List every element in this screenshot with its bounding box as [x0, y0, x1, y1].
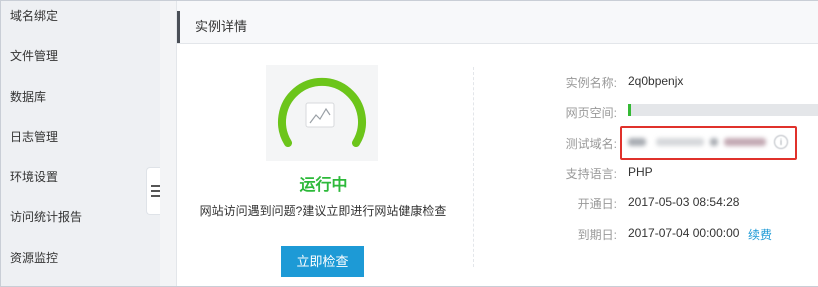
status-running: 运行中	[299, 177, 348, 194]
main-area: 实例详情 运行中 网站访问遇到问题?建议立即进行网站健康检查 立即检查 实例名称…	[160, 1, 818, 286]
vertical-divider	[473, 67, 474, 267]
web-space-label: 网页空间:	[565, 106, 617, 120]
sidebar-item-access-statistics[interactable]: 访问统计报告	[10, 208, 82, 225]
supported-language-value: PHP	[628, 165, 653, 179]
highlight-box	[620, 126, 797, 160]
instance-name-value: 2q0bpenjx	[628, 74, 684, 88]
hamburger-icon-line	[151, 195, 160, 197]
header-accent-bar	[177, 11, 180, 43]
page-title: 实例详情	[195, 19, 248, 34]
sidebar-item-file-management[interactable]: 文件管理	[10, 47, 58, 64]
sidebar-item-domain-binding[interactable]: 域名绑定	[10, 7, 58, 24]
hamburger-icon-line	[151, 190, 160, 192]
sidebar-item-database[interactable]: 数据库	[10, 88, 46, 105]
sidebar-item-resource-monitor[interactable]: 资源监控	[10, 249, 58, 266]
open-date-label: 开通日:	[577, 197, 617, 211]
health-check-tip: 网站访问遇到问题?建议立即进行网站健康检查	[199, 204, 447, 218]
sidebar-item-log-management[interactable]: 日志管理	[10, 128, 58, 145]
supported-language-label: 支持语言:	[565, 167, 617, 181]
panel-header: 实例详情	[177, 1, 818, 44]
instance-name-label: 实例名称:	[565, 76, 617, 90]
test-domain-label: 测试域名:	[565, 137, 617, 151]
web-space-usage-bar	[628, 104, 818, 116]
instance-detail-panel: 实例详情 运行中 网站访问遇到问题?建议立即进行网站健康检查 立即检查 实例名称…	[176, 1, 818, 286]
web-space-usage-fill	[628, 104, 631, 116]
expire-date-label: 到期日:	[577, 228, 617, 242]
expire-date-value: 2017-07-04 00:00:00	[628, 226, 740, 240]
hamburger-icon	[151, 185, 160, 187]
sidebar-item-environment-settings[interactable]: 环境设置	[10, 168, 58, 185]
speed-gauge-icon	[266, 65, 378, 161]
renew-link[interactable]: 续费	[748, 226, 772, 243]
check-now-button[interactable]: 立即检查	[281, 246, 364, 277]
sidebar: 域名绑定 文件管理 数据库 日志管理 环境设置 访问统计报告 资源监控	[1, 1, 160, 286]
open-date-value: 2017-05-03 08:54:28	[628, 195, 740, 209]
